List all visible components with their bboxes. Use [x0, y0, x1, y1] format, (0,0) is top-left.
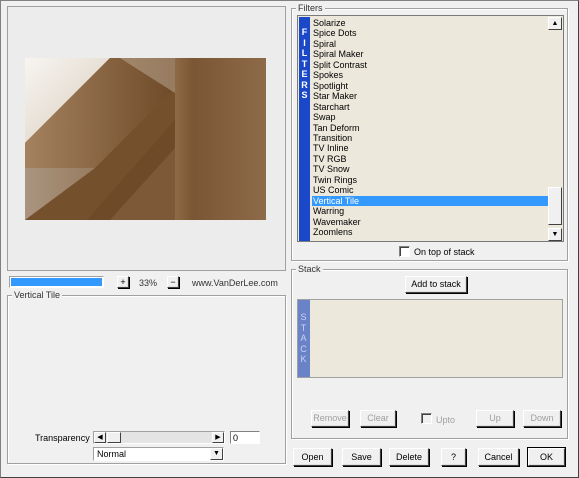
filter-list-item[interactable]: Vertical Tile	[312, 195, 550, 207]
cancel-button[interactable]: Cancel	[478, 448, 519, 466]
stack-group-label: Stack	[296, 264, 323, 274]
slider-thumb[interactable]	[107, 432, 121, 443]
filters-group-label: Filters	[296, 3, 325, 13]
scroll-up-icon[interactable]: ▲	[548, 17, 562, 30]
delete-button[interactable]: Delete	[389, 448, 429, 466]
filter-list-item[interactable]: TV Snow	[312, 164, 550, 175]
preview-image[interactable]	[25, 58, 266, 220]
transparency-slider[interactable]: ◀ ▶	[93, 431, 225, 444]
clear-button[interactable]: Clear	[360, 410, 396, 427]
filter-list-item[interactable]: Spotlight	[312, 81, 550, 92]
filter-list-item[interactable]: Zoomlens	[312, 227, 550, 238]
filter-list-item[interactable]: TV Inline	[312, 143, 550, 154]
strip-letter: S	[301, 90, 308, 100]
filter-list-item[interactable]: Spiral Maker	[312, 49, 550, 60]
filters-strip: FILTERS	[299, 17, 310, 241]
blend-mode-select[interactable]: Normal ▼	[93, 447, 224, 461]
settings-group-label: Vertical Tile	[12, 290, 63, 300]
filter-list[interactable]: FILTERS Solarize Spice Dots Spiral Spiral M…	[297, 15, 564, 242]
strip-letter: F	[301, 27, 308, 37]
up-button[interactable]: Up	[476, 410, 514, 427]
down-button[interactable]: Down	[523, 410, 561, 427]
on-top-checkbox[interactable]	[399, 246, 410, 257]
strip-letter: R	[301, 79, 308, 90]
scroll-down-icon[interactable]: ▼	[548, 228, 562, 241]
strip-letter: L	[301, 48, 308, 58]
strip-letter: S	[300, 312, 307, 322]
scroll-thumb[interactable]	[548, 187, 562, 225]
on-top-label: On top of stack	[414, 247, 475, 257]
filter-list-item[interactable]: Wavemaker	[312, 217, 550, 228]
zoom-level: 33%	[139, 278, 158, 288]
progress-bar	[9, 276, 104, 288]
filter-list-item[interactable]: TV RGB	[312, 154, 550, 165]
upto-label: Upto	[436, 415, 456, 425]
filter-list-item[interactable]: Twin Rings	[312, 175, 550, 186]
filter-list-item[interactable]: Spiral	[312, 39, 550, 50]
filter-list-item[interactable]: Swap	[312, 112, 550, 123]
preview-panel	[7, 6, 286, 271]
filter-list-item[interactable]: Warring	[312, 206, 550, 217]
blend-mode-value: Normal	[97, 449, 127, 459]
strip-letter: T	[301, 58, 308, 69]
filter-list-item[interactable]: Transition	[312, 133, 550, 144]
zoom-out-button[interactable]: −	[167, 276, 179, 288]
filter-list-item[interactable]: Spokes	[312, 70, 550, 81]
strip-letter: T	[300, 322, 307, 333]
upto-checkbox[interactable]	[421, 413, 432, 424]
transparency-label: Transparency	[35, 433, 90, 443]
stack-strip: STACK	[298, 300, 310, 377]
filter-list-item[interactable]: Split Contrast	[312, 60, 550, 71]
save-button[interactable]: Save	[342, 448, 381, 466]
filter-list-items: Solarize Spice Dots Spiral Spiral Maker Spli…	[312, 17, 550, 241]
website-link[interactable]: www.VanDerLee.com	[192, 278, 278, 288]
filter-list-item[interactable]: Tan Deform	[312, 123, 550, 134]
slider-left-arrow[interactable]: ◀	[94, 432, 106, 443]
strip-letter: K	[300, 354, 307, 364]
filter-list-item[interactable]: Spice Dots	[312, 28, 550, 39]
strip-letter: A	[300, 333, 307, 343]
chevron-down-icon[interactable]: ▼	[210, 448, 223, 460]
transparency-value-field[interactable]	[230, 431, 260, 444]
strip-letter: I	[303, 37, 306, 48]
zoom-in-button[interactable]: +	[117, 276, 129, 288]
ok-button[interactable]: OK	[527, 447, 566, 467]
remove-button[interactable]: Remove	[311, 410, 349, 427]
filter-list-scrollbar[interactable]: ▲ ▼	[548, 17, 562, 241]
help-button[interactable]: ?	[441, 448, 466, 466]
filter-list-item[interactable]: Star Maker	[312, 91, 550, 102]
filter-list-item[interactable]: Solarize	[312, 18, 550, 29]
filter-list-item[interactable]: Starchart	[312, 102, 550, 113]
progress-fill	[11, 278, 102, 286]
strip-letter: E	[301, 69, 308, 79]
strip-letter: C	[300, 343, 307, 354]
open-button[interactable]: Open	[293, 448, 332, 466]
filter-list-item[interactable]: US Comic	[312, 185, 550, 196]
slider-right-arrow[interactable]: ▶	[212, 432, 224, 443]
add-to-stack-button[interactable]: Add to stack	[405, 276, 467, 293]
stack-list[interactable]: STACK	[297, 299, 563, 378]
